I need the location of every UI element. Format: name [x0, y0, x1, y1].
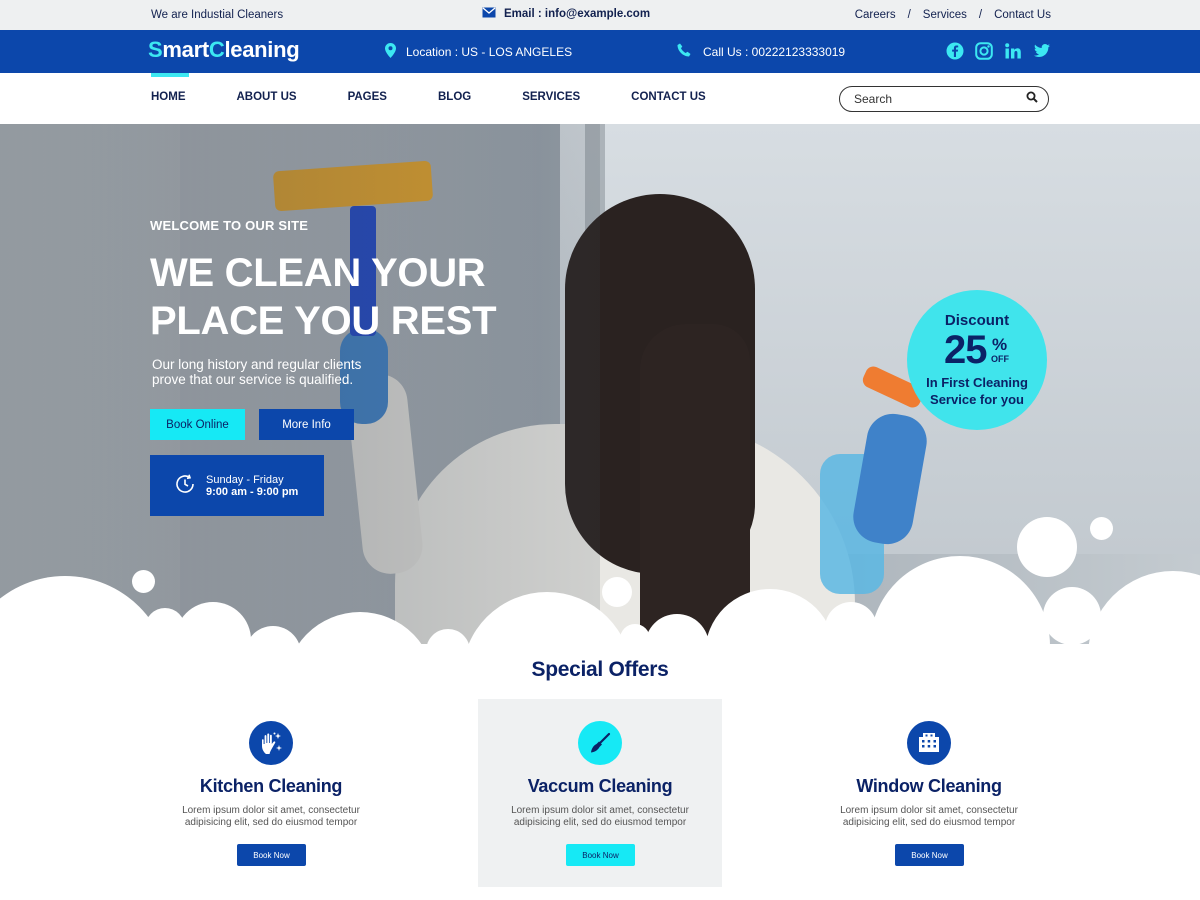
book-online-button[interactable]: Book Online — [150, 409, 245, 440]
offer-card-vaccum: Vaccum Cleaning Lorem ipsum dolor sit am… — [478, 699, 722, 887]
top-links: Careers / Services / Contact Us — [855, 9, 1051, 21]
active-nav-indicator — [151, 73, 189, 77]
link-separator: / — [978, 9, 983, 21]
discount-desc-line: Service for you — [930, 392, 1024, 407]
hero-buttons: Book Online More Info — [150, 409, 354, 440]
search-box — [839, 86, 1049, 112]
card-description: Lorem ipsum dolor sit amet, consectetur a… — [182, 805, 360, 828]
nav-pages[interactable]: PAGES — [348, 91, 387, 103]
hero-text: WELCOME TO OUR SITE WE CLEAN YOUR PLACE … — [150, 218, 497, 387]
careers-link[interactable]: Careers — [855, 9, 896, 21]
card-title: Kitchen Cleaning — [199, 776, 343, 796]
location-pin-icon — [385, 43, 396, 61]
phone-icon — [677, 43, 691, 60]
broom-icon — [578, 721, 622, 765]
welcome-label: WELCOME TO OUR SITE — [150, 218, 309, 233]
link-separator: / — [907, 9, 911, 21]
discount-label: Discount — [944, 312, 1010, 329]
hours-days: Sunday - Friday — [206, 473, 284, 486]
mail-icon — [482, 7, 496, 21]
social-links — [946, 42, 1051, 60]
hero-headline: WE CLEAN YOUR PLACE YOU REST — [150, 249, 497, 345]
kitchen-book-now-button[interactable]: Book Now — [237, 844, 306, 866]
instagram-icon[interactable] — [975, 42, 993, 60]
discount-description: In First Cleaning Service for you — [907, 374, 1047, 408]
nav-contact-us[interactable]: CONTACT US — [631, 91, 706, 103]
offer-card-kitchen: Kitchen Cleaning Lorem ipsum dolor sit a… — [149, 699, 393, 887]
hero-subtitle: Our long history and regular clients pro… — [152, 357, 362, 387]
foam-bubble — [1090, 517, 1113, 540]
building-icon — [907, 721, 951, 765]
vaccum-book-now-button[interactable]: Book Now — [566, 844, 635, 866]
hand-sparkle-icon — [249, 721, 293, 765]
card-title: Vaccum Cleaning — [527, 776, 673, 796]
foam-bubble — [602, 577, 632, 607]
location-text: Location : US - LOS ANGELES — [406, 45, 573, 59]
services-link[interactable]: Services — [923, 9, 967, 21]
foam-bubble — [1088, 571, 1200, 654]
hero-section: WELCOME TO OUR SITE WE CLEAN YOUR PLACE … — [0, 124, 1200, 654]
twitter-icon[interactable] — [1033, 42, 1051, 60]
location-info: Location : US - LOS ANGELES — [385, 43, 572, 61]
discount-value: 25 — [944, 328, 987, 372]
nav-blog[interactable]: BLOG — [438, 91, 471, 103]
offer-card-window: Window Cleaning Lorem ipsum dolor sit am… — [807, 699, 1051, 887]
card-title: Window Cleaning — [856, 776, 1002, 796]
hours-time: 9:00 am - 9:00 pm — [206, 485, 299, 498]
discount-off: OFF — [991, 354, 1009, 364]
nav-about-us[interactable]: ABOUT US — [237, 91, 297, 103]
linkedin-icon[interactable] — [1004, 42, 1022, 60]
discount-desc-line: In First Cleaning — [926, 375, 1028, 390]
facebook-icon[interactable] — [946, 42, 964, 60]
window-book-now-button[interactable]: Book Now — [895, 844, 964, 866]
call-text: Call Us : 00222123333019 — [703, 44, 846, 59]
foam-bubble — [0, 644, 1200, 654]
opening-hours: Sunday - Friday 9:00 am - 9:00 pm — [150, 455, 324, 516]
foam-bubble — [870, 556, 1050, 654]
search-input[interactable] — [854, 92, 1026, 106]
headline-line: PLACE YOU REST — [150, 299, 497, 343]
site-logo[interactable]: SmartCleaning — [148, 37, 300, 63]
clock-icon — [174, 473, 196, 498]
email-info[interactable]: Email : info@example.com — [482, 7, 650, 21]
foam-bubble — [1017, 517, 1077, 577]
discount-percent: % — [992, 335, 1008, 354]
foam-bubble — [132, 570, 155, 593]
nav-services[interactable]: SERVICES — [522, 91, 580, 103]
special-offers-title: Special Offers — [531, 658, 669, 681]
card-description: Lorem ipsum dolor sit amet, consectetur a… — [840, 805, 1018, 828]
main-navigation: HOME ABOUT US PAGES BLOG SERVICES CONTAC… — [0, 73, 1200, 124]
search-icon[interactable] — [1026, 90, 1038, 108]
call-info[interactable]: Call Us : 00222123333019 — [677, 43, 845, 60]
tagline: We are Industial Cleaners — [151, 9, 284, 21]
more-info-button[interactable]: More Info — [259, 409, 354, 440]
nav-home[interactable]: HOME — [151, 91, 186, 103]
card-description: Lorem ipsum dolor sit amet, consectetur a… — [511, 805, 689, 828]
email-text: Email : info@example.com — [504, 8, 651, 20]
top-bar: We are Industial Cleaners Email : info@e… — [0, 0, 1200, 30]
discount-badge: Discount 25 % OFF In First Cleaning Serv… — [907, 290, 1047, 430]
main-header: SmartCleaning Location : US - LOS ANGELE… — [0, 30, 1200, 73]
contact-us-link[interactable]: Contact Us — [994, 9, 1051, 21]
hero-overlay — [0, 124, 600, 654]
headline-line: WE CLEAN YOUR — [150, 251, 486, 295]
